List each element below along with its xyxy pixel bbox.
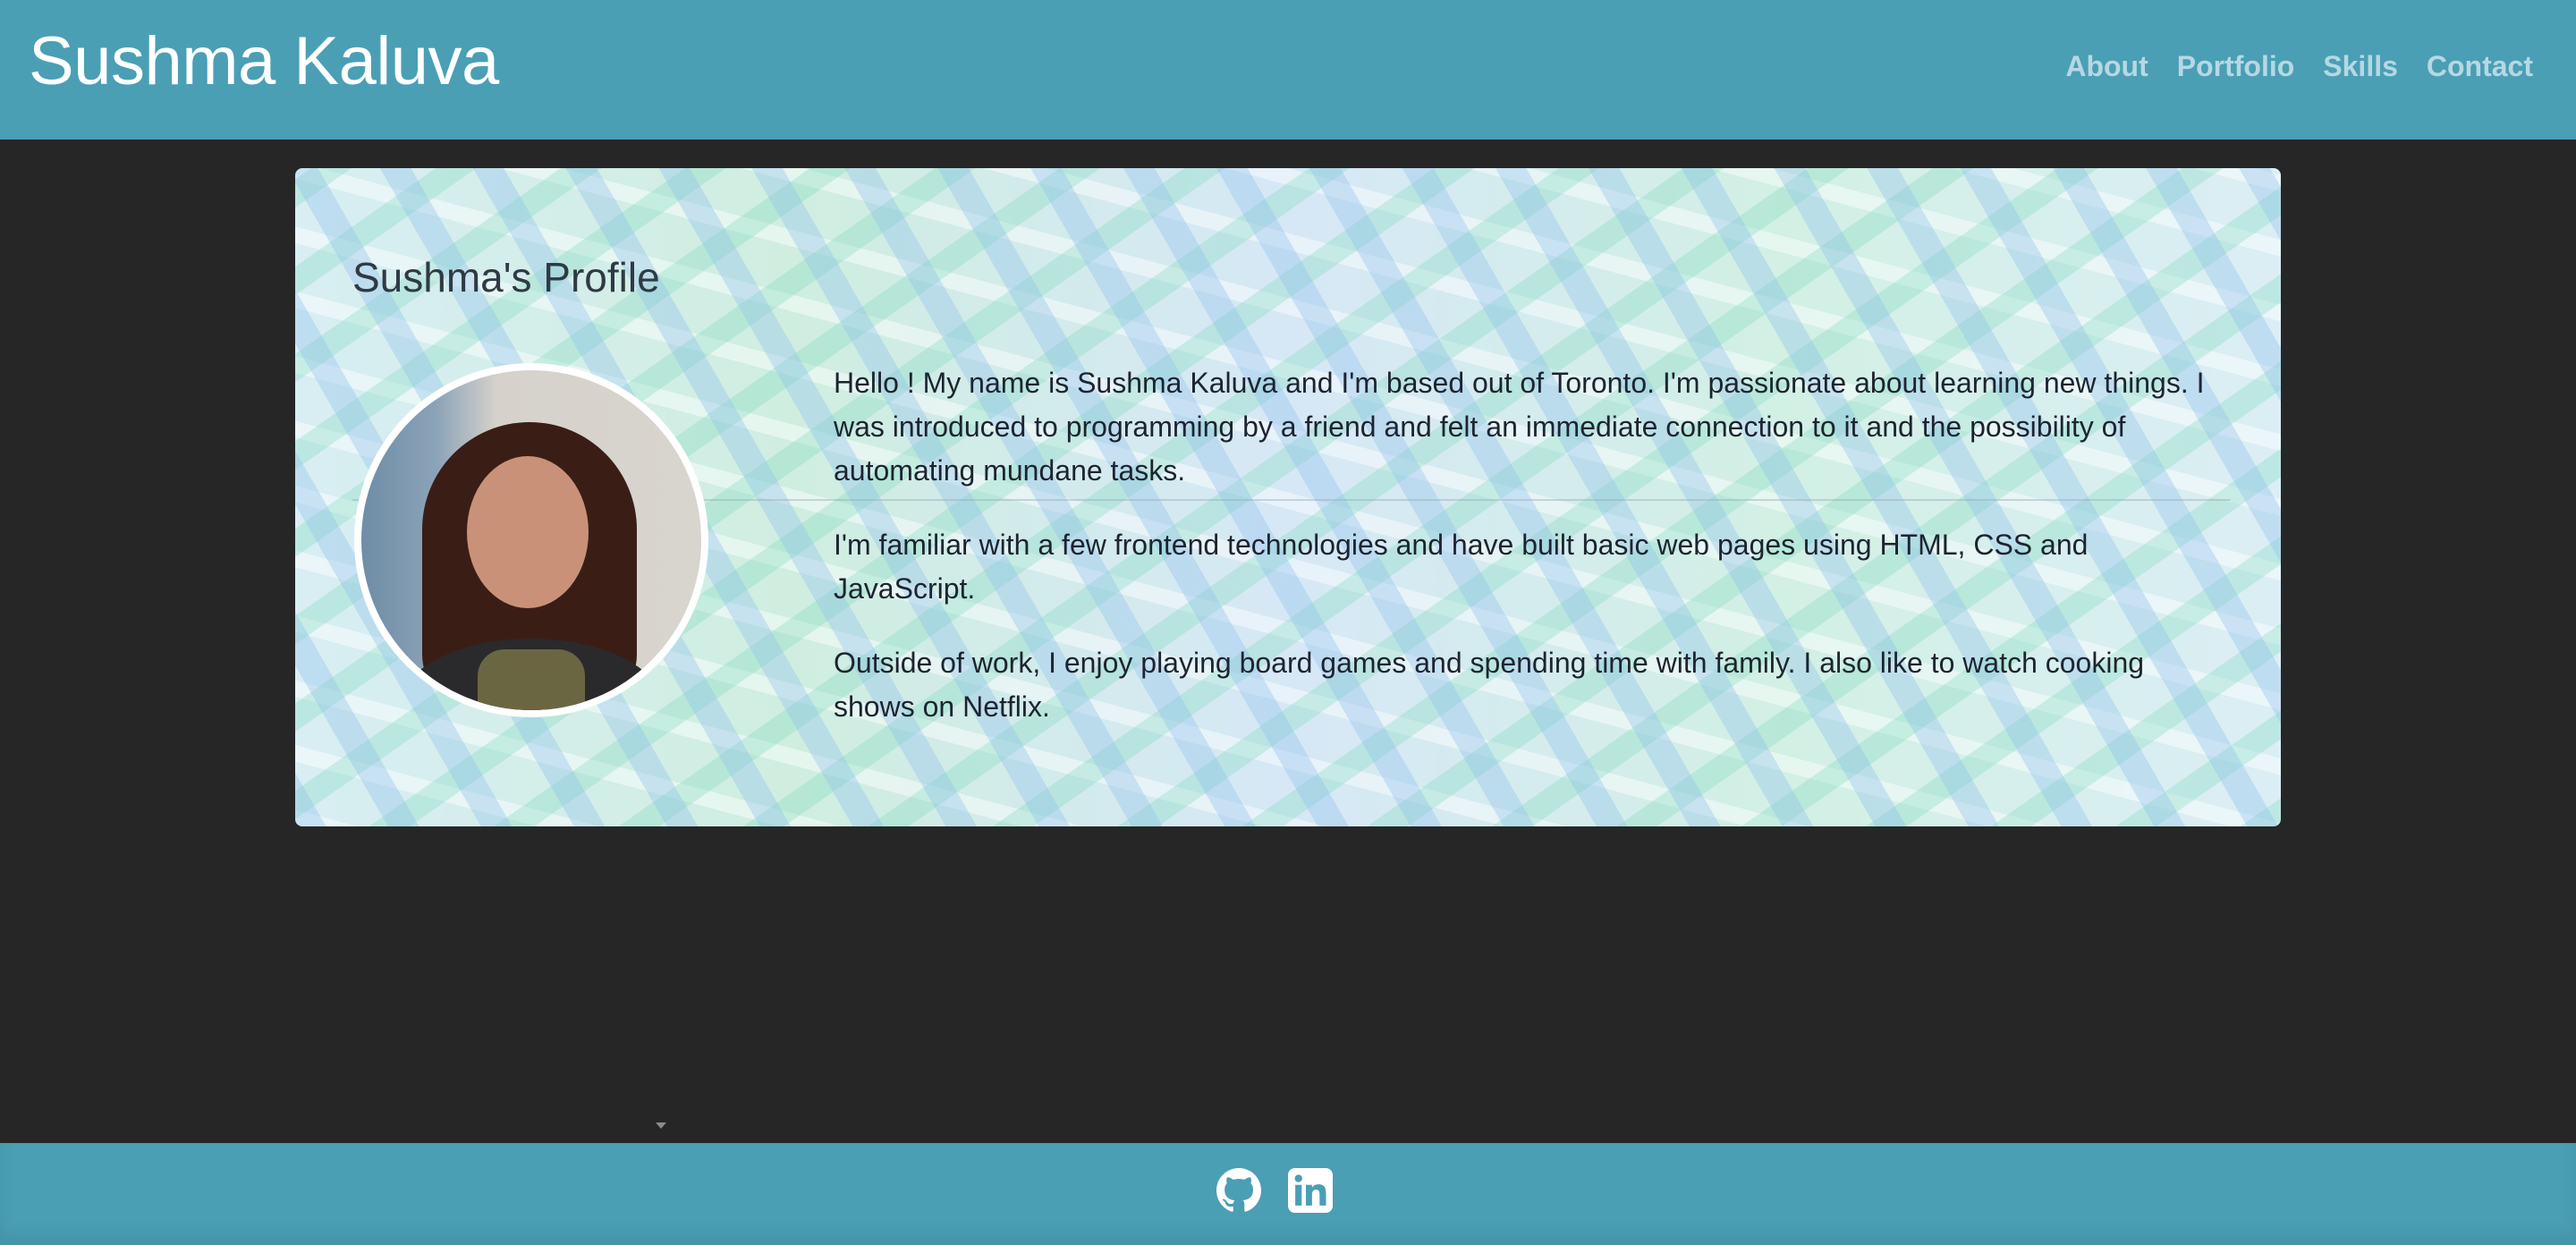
main-nav: About Portfolio Skills Contact <box>2065 45 2533 88</box>
nav-link-portfolio[interactable]: Portfolio <box>2177 45 2295 88</box>
site-brand[interactable]: Sushma Kaluva <box>29 21 499 102</box>
bio-paragraph-3: Outside of work, I enjoy playing board g… <box>834 647 2145 723</box>
social-links <box>1216 1168 1333 1213</box>
linkedin-icon[interactable] <box>1288 1168 1333 1213</box>
avatar-face <box>467 456 589 608</box>
profile-bio: Hello ! My name is Sushma Kaluva and I'm… <box>834 361 2229 759</box>
github-icon[interactable] <box>1216 1168 1261 1213</box>
bio-paragraph-1: Hello ! My name is Sushma Kaluva and I'm… <box>834 367 2205 487</box>
scroll-caret-icon <box>656 1122 666 1129</box>
page: Sushma Kaluva About Portfolio Skills Con… <box>0 0 2576 1245</box>
bio-paragraph-2: I'm familiar with a few frontend technol… <box>834 529 2089 605</box>
nav-link-skills[interactable]: Skills <box>2323 45 2398 88</box>
site-footer <box>0 1143 2576 1245</box>
nav-link-contact[interactable]: Contact <box>2427 45 2533 88</box>
avatar-frame <box>354 363 708 717</box>
site-header: Sushma Kaluva About Portfolio Skills Con… <box>0 0 2576 140</box>
profile-card: Sushma's Profile Hello ! My name is Sush… <box>295 168 2281 826</box>
nav-link-about[interactable]: About <box>2065 45 2148 88</box>
avatar <box>361 370 701 710</box>
profile-title: Sushma's Profile <box>352 254 660 301</box>
avatar-top <box>478 649 585 710</box>
